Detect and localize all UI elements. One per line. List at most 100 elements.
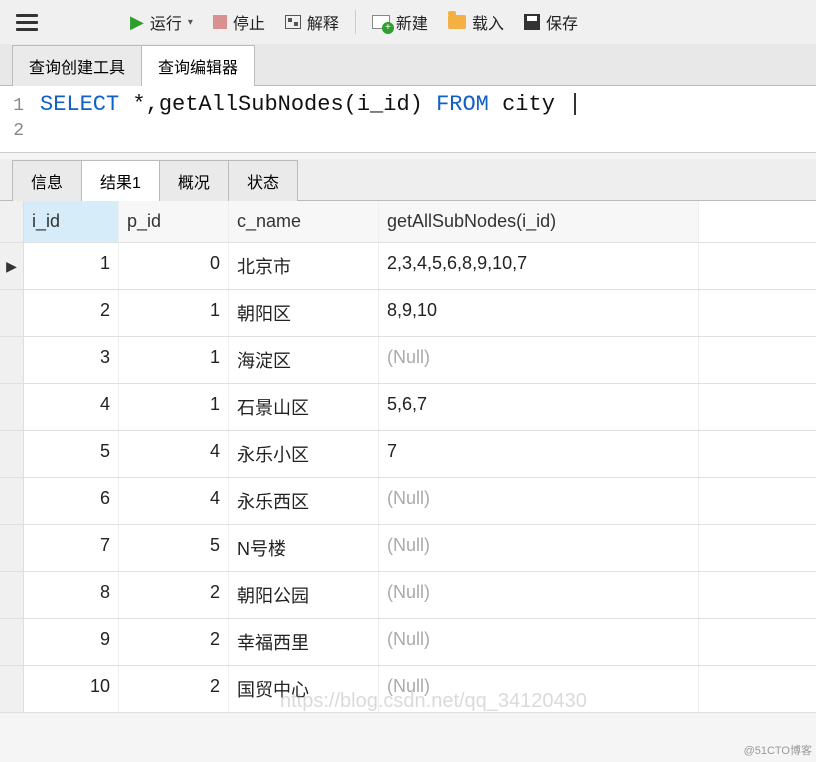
tab-status[interactable]: 状态 xyxy=(228,160,298,201)
new-icon xyxy=(372,15,390,29)
save-label: 保存 xyxy=(546,10,578,34)
chevron-down-icon[interactable]: ▾ xyxy=(188,17,193,28)
cell-cname[interactable]: 石景山区 xyxy=(229,384,379,430)
cell-iid[interactable]: 9 xyxy=(24,619,119,665)
save-icon xyxy=(524,14,540,30)
stop-icon xyxy=(213,15,227,29)
table-row[interactable]: 21朝阳区8,9,10 xyxy=(0,290,816,337)
tab-info[interactable]: 信息 xyxy=(12,160,82,201)
row-marker xyxy=(0,525,24,571)
tab-overview[interactable]: 概况 xyxy=(159,160,229,201)
row-marker xyxy=(0,384,24,430)
row-marker: ▶ xyxy=(0,243,24,289)
cell-subnodes[interactable]: (Null) xyxy=(379,572,699,618)
cell-cname[interactable]: 国贸中心 xyxy=(229,666,379,712)
cell-pid[interactable]: 2 xyxy=(119,666,229,712)
table-row[interactable]: 92幸福西里(Null) xyxy=(0,619,816,666)
explain-button[interactable]: 解释 xyxy=(277,6,347,38)
table-row[interactable]: 82朝阳公园(Null) xyxy=(0,572,816,619)
cell-pid[interactable]: 2 xyxy=(119,619,229,665)
cell-pid[interactable]: 4 xyxy=(119,478,229,524)
cell-pid[interactable]: 2 xyxy=(119,572,229,618)
tab-query-builder[interactable]: 查询创建工具 xyxy=(12,45,142,86)
cell-cname[interactable]: 海淀区 xyxy=(229,337,379,383)
cell-pid[interactable]: 1 xyxy=(119,384,229,430)
col-header-sub[interactable]: getAllSubNodes(i_id) xyxy=(379,201,699,242)
cell-pid[interactable]: 5 xyxy=(119,525,229,571)
sql-text: *,getAllSubNodes(i_id) xyxy=(119,92,436,117)
run-button[interactable]: ▶ 运行 ▾ xyxy=(122,6,201,38)
folder-icon xyxy=(448,15,466,29)
main-toolbar: ▶ 运行 ▾ 停止 解释 新建 载入 保存 xyxy=(0,0,816,44)
col-header-iid[interactable]: i_id xyxy=(24,201,119,242)
cell-iid[interactable]: 1 xyxy=(24,243,119,289)
cell-iid[interactable]: 5 xyxy=(24,431,119,477)
sql-keyword: SELECT xyxy=(40,92,119,117)
line-number: 2 xyxy=(0,121,40,141)
cell-pid[interactable]: 0 xyxy=(119,243,229,289)
cell-subnodes[interactable]: 5,6,7 xyxy=(379,384,699,430)
table-row[interactable]: 102国贸中心(Null) xyxy=(0,666,816,713)
row-marker xyxy=(0,290,24,336)
cell-subnodes[interactable]: (Null) xyxy=(379,337,699,383)
cell-iid[interactable]: 6 xyxy=(24,478,119,524)
cell-cname[interactable]: 朝阳公园 xyxy=(229,572,379,618)
cell-pid[interactable]: 1 xyxy=(119,337,229,383)
cell-cname[interactable]: 永乐小区 xyxy=(229,431,379,477)
save-button[interactable]: 保存 xyxy=(516,6,586,38)
cell-iid[interactable]: 2 xyxy=(24,290,119,336)
corner-credit: @51CTO博客 xyxy=(744,742,812,758)
table-row[interactable]: 64永乐西区(Null) xyxy=(0,478,816,525)
row-marker xyxy=(0,478,24,524)
cell-subnodes[interactable]: (Null) xyxy=(379,478,699,524)
cell-subnodes[interactable]: 7 xyxy=(379,431,699,477)
cell-iid[interactable]: 10 xyxy=(24,666,119,712)
load-label: 载入 xyxy=(472,10,504,34)
cell-pid[interactable]: 1 xyxy=(119,290,229,336)
col-header-pid[interactable]: p_id xyxy=(119,201,229,242)
row-marker xyxy=(0,619,24,665)
cell-cname[interactable]: N号楼 xyxy=(229,525,379,571)
cell-pid[interactable]: 4 xyxy=(119,431,229,477)
menu-icon[interactable] xyxy=(10,10,44,35)
table-row[interactable]: 54永乐小区7 xyxy=(0,431,816,478)
cell-subnodes[interactable]: (Null) xyxy=(379,666,699,712)
explain-icon xyxy=(285,15,301,29)
cell-subnodes[interactable]: 8,9,10 xyxy=(379,290,699,336)
text-cursor xyxy=(574,93,576,115)
cell-subnodes[interactable]: (Null) xyxy=(379,525,699,571)
row-marker xyxy=(0,337,24,383)
table-row[interactable]: 41石景山区5,6,7 xyxy=(0,384,816,431)
cell-iid[interactable]: 7 xyxy=(24,525,119,571)
play-icon: ▶ xyxy=(130,12,144,33)
cell-cname[interactable]: 幸福西里 xyxy=(229,619,379,665)
load-button[interactable]: 载入 xyxy=(440,6,512,38)
stop-button[interactable]: 停止 xyxy=(205,6,273,38)
grid-header-row: i_id p_id c_name getAllSubNodes(i_id) xyxy=(0,201,816,243)
sql-editor[interactable]: 1 SELECT *,getAllSubNodes(i_id) FROM cit… xyxy=(0,86,816,153)
new-button[interactable]: 新建 xyxy=(364,6,436,38)
cell-cname[interactable]: 北京市 xyxy=(229,243,379,289)
explain-label: 解释 xyxy=(307,10,339,34)
table-row[interactable]: ▶10北京市2,3,4,5,6,8,9,10,7 xyxy=(0,243,816,290)
cell-cname[interactable]: 永乐西区 xyxy=(229,478,379,524)
top-tab-bar: 查询创建工具 查询编辑器 xyxy=(0,44,816,86)
table-row[interactable]: 31海淀区(Null) xyxy=(0,337,816,384)
cell-cname[interactable]: 朝阳区 xyxy=(229,290,379,336)
tab-result1[interactable]: 结果1 xyxy=(81,160,160,201)
cell-iid[interactable]: 3 xyxy=(24,337,119,383)
editor-line: 1 SELECT *,getAllSubNodes(i_id) FROM cit… xyxy=(0,92,816,117)
col-header-cname[interactable]: c_name xyxy=(229,201,379,242)
result-grid[interactable]: i_id p_id c_name getAllSubNodes(i_id) ▶1… xyxy=(0,201,816,713)
table-row[interactable]: 75N号楼(Null) xyxy=(0,525,816,572)
cell-iid[interactable]: 8 xyxy=(24,572,119,618)
sql-text: city xyxy=(489,92,568,117)
cell-subnodes[interactable]: 2,3,4,5,6,8,9,10,7 xyxy=(379,243,699,289)
tab-query-editor[interactable]: 查询编辑器 xyxy=(141,45,255,86)
row-marker-header xyxy=(0,201,24,242)
line-number: 1 xyxy=(0,96,40,116)
cell-iid[interactable]: 4 xyxy=(24,384,119,430)
cell-subnodes[interactable]: (Null) xyxy=(379,619,699,665)
run-label: 运行 xyxy=(150,10,182,34)
row-marker xyxy=(0,431,24,477)
